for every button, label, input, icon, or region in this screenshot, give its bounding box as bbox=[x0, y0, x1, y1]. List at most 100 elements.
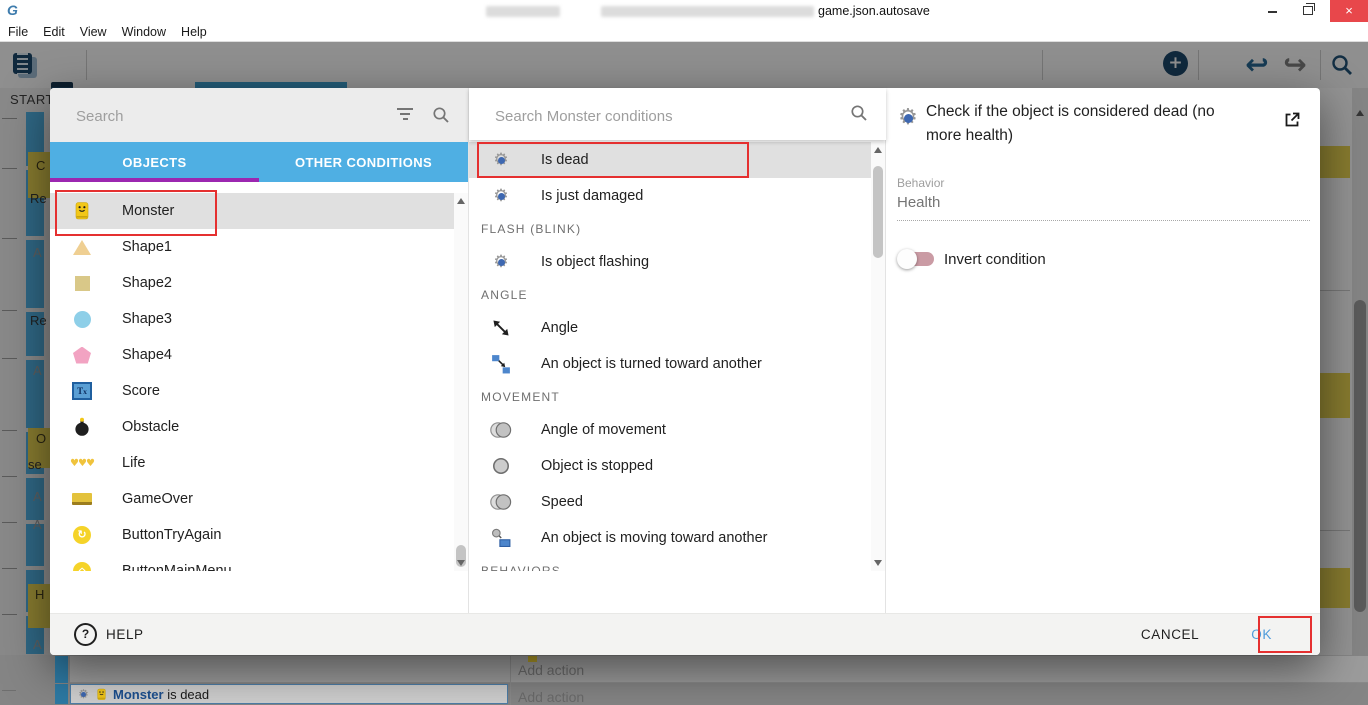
event-highlight-bar bbox=[55, 684, 68, 704]
window-title: game.json.autosave bbox=[818, 4, 930, 18]
condition-text: Monster is dead bbox=[113, 687, 209, 702]
hearts-icon: ♥♥♥ bbox=[70, 453, 94, 473]
condition-item-is-object-flashing[interactable]: ⚙Is object flashing bbox=[469, 244, 872, 280]
condition-label: Angle of movement bbox=[541, 422, 666, 438]
invert-condition-label: Invert condition bbox=[944, 251, 1046, 268]
object-item-obstacle[interactable]: Obstacle bbox=[50, 409, 454, 445]
condition-label: Is dead bbox=[541, 152, 589, 168]
object-item-buttonmainmenu[interactable]: ⌂ ButtonMainMenu bbox=[50, 553, 454, 571]
text-object-icon: Tx bbox=[70, 381, 94, 401]
field-underline bbox=[897, 220, 1310, 221]
condition-label: Is object flashing bbox=[541, 254, 649, 270]
search-icon[interactable] bbox=[850, 104, 868, 122]
help-button[interactable]: ? HELP bbox=[74, 623, 144, 646]
selected-event-condition-row[interactable]: ⚙ Monster is dead bbox=[70, 684, 508, 704]
behavior-label: Behavior bbox=[897, 176, 944, 190]
circle-icon bbox=[70, 309, 94, 329]
moving-toward-icon bbox=[489, 528, 513, 548]
condition-search-input[interactable] bbox=[493, 103, 777, 129]
toggle-knob[interactable] bbox=[897, 249, 917, 269]
redacted-title-text bbox=[486, 6, 560, 17]
object-item-shape2[interactable]: Shape2 bbox=[50, 265, 454, 301]
condition-label: Speed bbox=[541, 494, 583, 510]
object-label: Shape3 bbox=[122, 311, 172, 327]
condition-action-divider bbox=[510, 656, 511, 705]
filter-icon[interactable] bbox=[396, 108, 414, 122]
object-search-input[interactable] bbox=[74, 103, 358, 129]
condition-item-is-just-damaged[interactable]: ⚙Is just damaged bbox=[469, 178, 872, 214]
ok-button[interactable]: OK bbox=[1251, 627, 1272, 642]
condition-label: An object is moving toward another bbox=[541, 530, 768, 546]
condition-group-header: MOVEMENT bbox=[469, 382, 872, 412]
object-item-gameover[interactable]: GameOver bbox=[50, 481, 454, 517]
cancel-button[interactable]: CANCEL bbox=[1141, 627, 1199, 642]
object-label: Life bbox=[122, 455, 145, 471]
menu-help[interactable]: Help bbox=[181, 25, 218, 39]
tab-label: OTHER CONDITIONS bbox=[295, 155, 432, 170]
search-icon[interactable] bbox=[432, 106, 450, 124]
events-sheet-bottom: Add action ⚙ Monster is dead Add action bbox=[0, 655, 1368, 705]
add-action-link[interactable]: Add action bbox=[518, 662, 584, 678]
tree-tick bbox=[2, 690, 16, 691]
two-circles-icon bbox=[489, 420, 513, 440]
open-in-new-icon[interactable] bbox=[1282, 110, 1302, 130]
condition-group-header: BEHAVIORS bbox=[469, 556, 872, 571]
condition-details-panel: ⚙ Check if the object is considered dead… bbox=[886, 88, 1320, 613]
home-button-icon: ⌂ bbox=[70, 561, 94, 571]
square-icon bbox=[70, 273, 94, 293]
object-item-life[interactable]: ♥♥♥ Life bbox=[50, 445, 454, 481]
behavior-value[interactable]: Health bbox=[897, 194, 940, 211]
gdevelop-logo-icon: G bbox=[7, 2, 18, 18]
scrollbar-thumb[interactable] bbox=[456, 545, 466, 567]
object-panel-tabs: OBJECTS OTHER CONDITIONS bbox=[50, 142, 468, 182]
condition-item-an-object-is-moving-toward-another[interactable]: An object is moving toward another bbox=[469, 520, 872, 556]
event-highlight-bar bbox=[55, 656, 68, 683]
condition-item-angle[interactable]: Angle bbox=[469, 310, 872, 346]
gear-icon: ⚙ bbox=[489, 150, 513, 170]
close-button[interactable]: × bbox=[1330, 0, 1368, 22]
objects-list: Monster Shape1 Shape2 Shape3 Shape4 Tx Score Ob… bbox=[50, 193, 454, 571]
tab-objects[interactable]: OBJECTS bbox=[50, 142, 259, 182]
object-label: Shape2 bbox=[122, 275, 172, 291]
add-action-link[interactable]: Add action bbox=[518, 689, 584, 705]
menu-view[interactable]: View bbox=[80, 25, 118, 39]
conditions-scrollbar[interactable] bbox=[871, 142, 885, 571]
menu-edit[interactable]: Edit bbox=[43, 25, 76, 39]
object-label: ButtonMainMenu bbox=[122, 563, 232, 571]
object-item-shape3[interactable]: Shape3 bbox=[50, 301, 454, 337]
condition-item-angle-of-movement[interactable]: Angle of movement bbox=[469, 412, 872, 448]
invert-condition-toggle[interactable] bbox=[900, 252, 934, 266]
condition-label: Object is stopped bbox=[541, 458, 653, 474]
condition-item-speed[interactable]: Speed bbox=[469, 484, 872, 520]
object-item-score[interactable]: Tx Score bbox=[50, 373, 454, 409]
pentagon-icon bbox=[70, 345, 94, 365]
objects-scrollbar[interactable] bbox=[454, 193, 468, 571]
restore-button[interactable] bbox=[1293, 0, 1323, 22]
event-row[interactable] bbox=[70, 656, 1368, 683]
condition-item-object-is-stopped[interactable]: Object is stopped bbox=[469, 448, 872, 484]
retry-button-icon: ↻ bbox=[70, 525, 94, 545]
condition-item-is-dead[interactable]: ⚙ Is dead bbox=[469, 142, 872, 178]
object-item-shape4[interactable]: Shape4 bbox=[50, 337, 454, 373]
object-label: Score bbox=[122, 383, 160, 399]
object-item-buttontryagain[interactable]: ↻ButtonTryAgain bbox=[50, 517, 454, 553]
tab-other-conditions[interactable]: OTHER CONDITIONS bbox=[259, 142, 468, 182]
menu-file[interactable]: File bbox=[8, 25, 39, 39]
dialog-footer: ? HELP CANCEL OK bbox=[50, 613, 1320, 655]
tab-label: OBJECTS bbox=[122, 155, 186, 170]
minimize-button[interactable] bbox=[1257, 0, 1287, 22]
monster-icon bbox=[95, 688, 108, 701]
condition-description: Check if the object is considered dead (… bbox=[926, 100, 1248, 148]
object-search-bar bbox=[50, 88, 468, 142]
redacted-title-text bbox=[601, 6, 814, 17]
condition-label: An object is turned toward another bbox=[541, 356, 762, 372]
condition-search-bar bbox=[469, 88, 886, 140]
object-item-monster[interactable]: Monster bbox=[50, 193, 454, 229]
object-label: Shape1 bbox=[122, 239, 172, 255]
scrollbar-thumb[interactable] bbox=[873, 166, 883, 258]
condition-item-an-object-is-turned-toward-another[interactable]: An object is turned toward another bbox=[469, 346, 872, 382]
menu-window[interactable]: Window bbox=[122, 25, 177, 39]
object-item-shape1[interactable]: Shape1 bbox=[50, 229, 454, 265]
instruction-editor-dialog: OBJECTS OTHER CONDITIONS Monster Shape1 Sha… bbox=[50, 88, 1320, 655]
monster-icon bbox=[70, 201, 94, 221]
